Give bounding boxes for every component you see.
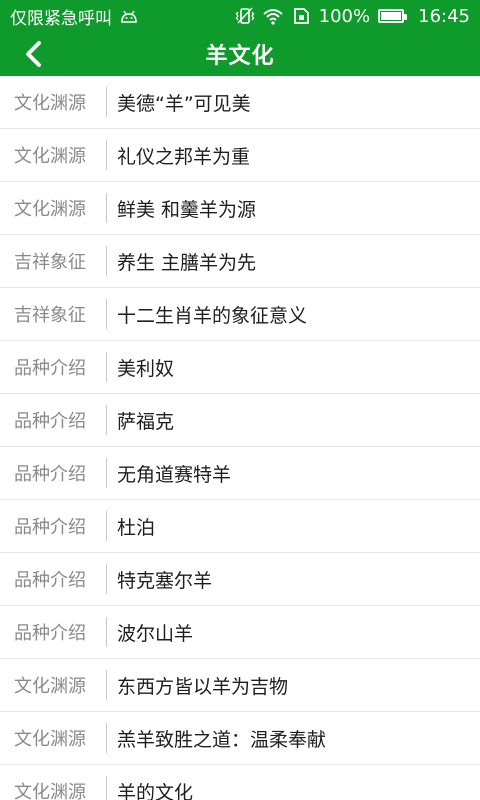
list-item-category: 吉祥象征 [14,305,86,326]
list-item-category: 文化渊源 [14,729,86,750]
clock: 16:45 [418,5,470,27]
list-item-title: 无角道赛特羊 [117,463,232,486]
list-item[interactable]: 文化渊源 羔羊致胜之道：温柔奉献 [0,712,480,765]
list-item[interactable]: 品种介绍 波尔山羊 [0,606,480,659]
list-item-title: 波尔山羊 [117,622,194,645]
list-item-title: 养生 主膳羊为先 [117,251,257,274]
list-item-category: 品种介绍 [14,358,86,379]
list-item[interactable]: 品种介绍 无角道赛特羊 [0,447,480,500]
list-item-divider [106,352,107,382]
list-item[interactable]: 品种介绍 杜泊 [0,500,480,553]
sim-icon [293,8,309,24]
list-item-title: 鲜美 和羹羊为源 [117,198,257,221]
list-item-divider [106,670,107,700]
list-item-title: 美德“羊”可见美 [117,92,251,115]
list-item-category: 品种介绍 [14,623,86,644]
carrier-text: 仅限紧急呼叫 [10,8,112,29]
list-item-divider [106,193,107,223]
list-item-category: 品种介绍 [14,517,86,538]
list-item-divider [106,87,107,117]
list-item-divider [106,299,107,329]
battery-icon [378,9,408,23]
list-item-category: 文化渊源 [14,93,86,114]
list-item-divider [106,140,107,170]
list-item-category: 文化渊源 [14,146,86,167]
list-item[interactable]: 文化渊源 东西方皆以羊为吉物 [0,659,480,712]
chevron-left-icon [26,41,41,67]
wifi-icon [262,9,283,25]
list-item[interactable]: 品种介绍 特克塞尔羊 [0,553,480,606]
status-bar-left: 仅限紧急呼叫 [10,4,138,29]
list-item-category: 品种介绍 [14,464,86,485]
list-item-category: 文化渊源 [14,782,86,800]
list-item[interactable]: 文化渊源 羊的文化 [0,765,480,800]
list-item-divider [106,776,107,800]
list-item-divider [106,564,107,594]
page-title: 羊文化 [205,44,275,69]
list-item-title: 羔羊致胜之道：温柔奉献 [117,728,327,751]
list-item-category: 品种介绍 [14,570,86,591]
list-item-category: 文化渊源 [14,199,86,220]
list-item-title: 杜泊 [117,516,156,539]
list-item[interactable]: 文化渊源 鲜美 和羹羊为源 [0,182,480,235]
battery-fill [381,12,402,20]
list-item[interactable]: 品种介绍 萨福克 [0,394,480,447]
list-item-category: 品种介绍 [14,411,86,432]
list-item-divider [106,617,107,647]
list-item-divider [106,246,107,276]
app-bar: 羊文化 [0,32,480,76]
list-item-divider [106,511,107,541]
vibrate-icon [235,7,254,24]
list-item[interactable]: 吉祥象征 十二生肖羊的象征意义 [0,288,480,341]
list-item-category: 吉祥象征 [14,252,86,273]
list-item-category: 文化渊源 [14,676,86,697]
list-item-title: 十二生肖羊的象征意义 [117,304,308,327]
list-item-title: 特克塞尔羊 [117,569,213,592]
list-item-title: 东西方皆以羊为吉物 [117,675,289,698]
list-item-title: 美利奴 [117,357,175,380]
list-item-title: 羊的文化 [117,781,194,800]
list-item[interactable]: 文化渊源 礼仪之邦羊为重 [0,129,480,182]
battery-percent: 100% [318,5,371,27]
list-item[interactable]: 吉祥象征 养生 主膳羊为先 [0,235,480,288]
list-item-title: 萨福克 [117,410,175,433]
article-list: 文化渊源 美德“羊”可见美 文化渊源 礼仪之邦羊为重 文化渊源 鲜美 和羹羊为源 吉祥象征养… [0,76,480,800]
list-item-divider [106,405,107,435]
android-icon [121,10,137,23]
list-item[interactable]: 品种介绍 美利奴 [0,341,480,394]
status-bar: 仅限紧急呼叫 100% 16:45 [0,0,480,32]
list-item[interactable]: 文化渊源 美德“羊”可见美 [0,76,480,129]
list-item-title: 礼仪之邦羊为重 [117,145,251,168]
back-button[interactable] [18,38,50,70]
list-item-divider [106,723,107,753]
list-item-divider [106,458,107,488]
status-bar-right: 100% 16:45 [235,6,470,27]
